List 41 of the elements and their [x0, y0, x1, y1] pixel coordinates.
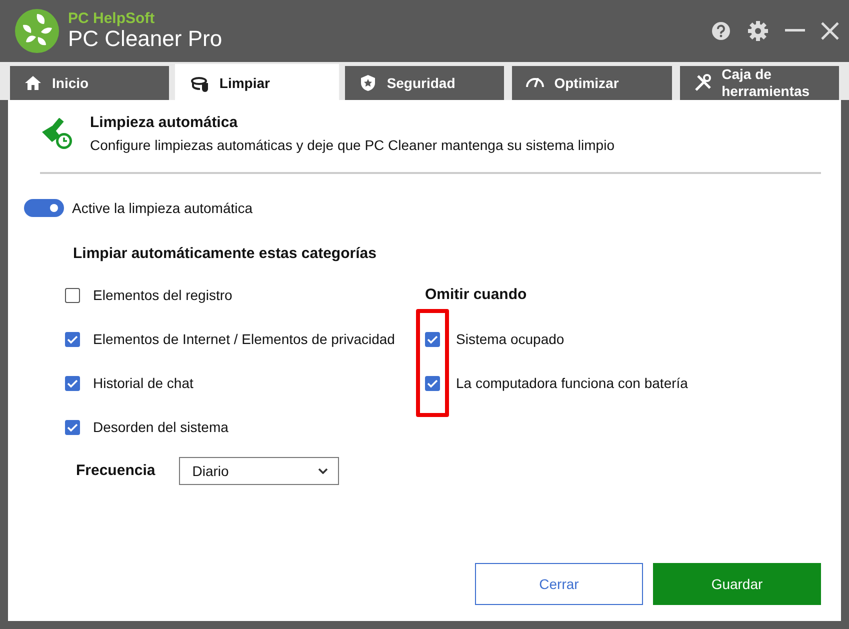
toggle-switch[interactable] [24, 199, 64, 217]
help-icon[interactable] [711, 21, 731, 41]
close-icon[interactable] [821, 22, 839, 40]
frequency-label: Frecuencia [76, 460, 156, 481]
logo-icon [14, 8, 60, 54]
checkbox-label: Historial de chat [93, 374, 194, 392]
tools-icon [694, 74, 712, 92]
section-description: Configure limpiezas automáticas y deje que PC Cleaner mantenga su sistema limpio [90, 136, 614, 155]
tab[interactable]: Inicio [8, 64, 172, 100]
toggle-label: Active la limpieza automática [72, 198, 253, 218]
checkbox-label: La computadora funciona con batería [456, 374, 688, 393]
section-title: Limpieza automática [90, 113, 239, 133]
checkbox[interactable] [65, 420, 80, 434]
tab[interactable]: Optimizar [510, 64, 674, 100]
checkbox-label: Elementos de Internet / Elementos de privacidad [93, 330, 395, 349]
save-button[interactable]: Guardar [653, 563, 821, 605]
app-title: PC Cleaner Pro [68, 27, 222, 51]
settings-icon[interactable] [747, 20, 769, 42]
checkbox-label: Elementos del registro [93, 286, 232, 305]
broom-clock-icon [40, 118, 74, 150]
checkbox-label: Sistema ocupado [456, 330, 564, 349]
checkbox[interactable] [425, 376, 440, 390]
checkbox[interactable] [65, 332, 80, 346]
shield-icon [358, 74, 377, 92]
tab[interactable]: Limpiar [175, 64, 339, 100]
skip-heading: Omitir cuando [425, 284, 527, 305]
caret-icon [318, 468, 328, 474]
checkbox[interactable] [425, 332, 440, 346]
minimize-icon[interactable] [785, 29, 805, 33]
tab[interactable]: Caja de herramientas [678, 64, 842, 100]
close-button[interactable]: Cerrar [475, 563, 643, 605]
checkbox[interactable] [65, 288, 80, 302]
checkbox-label: Desorden del sistema [93, 418, 228, 436]
tab[interactable]: Seguridad [342, 64, 506, 100]
bucket-icon [191, 74, 210, 92]
home-icon [24, 74, 42, 92]
gauge-icon [526, 78, 544, 88]
frequency-dropdown[interactable]: Diario [179, 457, 340, 485]
categories-heading: Limpiar automáticamente estas categorías [73, 244, 378, 264]
checkbox[interactable] [65, 376, 80, 390]
vendor-name: PC HelpSoft [68, 11, 156, 27]
